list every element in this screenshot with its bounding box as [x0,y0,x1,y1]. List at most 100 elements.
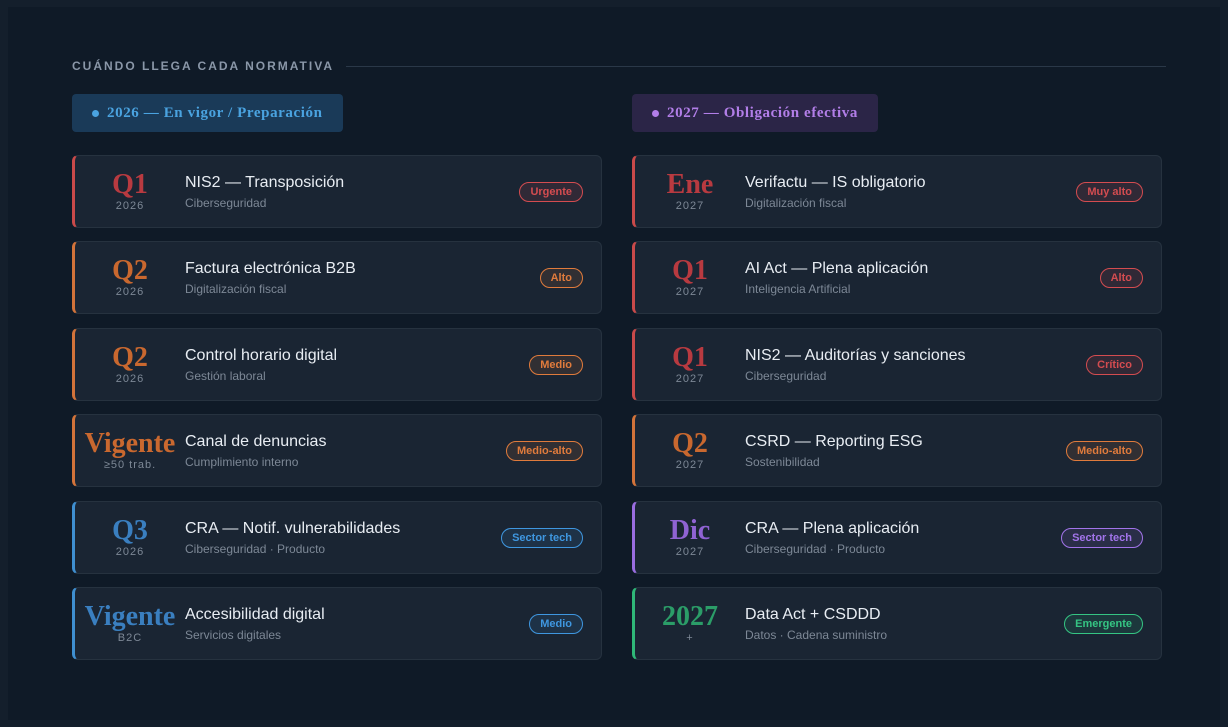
regulation-category: Ciberseguridad · Producto [745,541,886,556]
impact-badge: Alto [539,268,583,289]
impact-badge: Sector tech [501,527,583,548]
deadline-detail: B2C [117,631,143,644]
column-header-label: 2027 — Obligación efectiva [667,104,858,121]
deadline-block: Vigente B2C [75,588,185,659]
section-divider [345,65,1166,67]
regulation-info: Accesibilidad digital Servicios digitale… [185,605,325,642]
regulation-category: Ciberseguridad · Producto [185,541,326,556]
deadline-period: Vigente [84,428,176,460]
regulation-title: CRA — Plena aplicación [745,519,920,537]
regulation-info: NIS2 — Transposición Ciberseguridad [185,173,344,210]
regulation-title: Factura electrónica B2B [185,260,356,278]
regulation-category: Datos · Cadena suministro [745,627,888,642]
deadline-detail: 2026 [115,545,145,558]
regulation-card[interactable]: Q1 2026 NIS2 — Transposición Ciberseguri… [72,155,602,228]
deadline-period: Q1 [672,255,708,287]
deadline-block: Q1 2027 [635,242,745,313]
regulation-category: Ciberseguridad [185,196,267,210]
column-header-2026: 2026 — En vigor / Preparación [72,94,343,132]
deadline-block: Dic 2027 [635,502,745,573]
regulation-info: Control horario digital Gestión laboral [185,346,337,383]
deadline-detail: 2026 [115,372,145,385]
impact-badge: Muy alto [1076,182,1143,202]
regulation-card[interactable]: Q2 2026 Control horario digital Gestión … [72,327,602,401]
column-2027: 2027 — Obligación efectiva Ene 2027 Veri… [632,94,1164,673]
impact-badge: Medio [529,613,583,634]
dot-icon [92,109,99,117]
regulation-title: Data Act + CSDDD [745,605,881,623]
regulation-info: CRA — Notif. vulnerabilidades Cibersegur… [185,519,400,556]
impact-badge: Emergente [1064,613,1143,634]
regulation-card[interactable]: 2027 + Data Act + CSDDD Datos · Cadena s… [632,586,1162,660]
deadline-period: Q1 [672,341,708,373]
regulation-card[interactable]: Q3 2026 CRA — Notif. vulnerabilidades Ci… [72,500,602,574]
deadline-block: 2027 + [635,588,745,659]
regulation-category: Inteligencia Artificial [745,282,851,297]
regulation-title: NIS2 — Auditorías y sanciones [745,346,966,364]
deadline-detail: + [686,631,694,644]
deadline-block: Ene 2027 [635,156,745,227]
regulation-category: Gestión laboral [185,368,266,383]
regulation-card[interactable]: Q1 2027 AI Act — Plena aplicación Inteli… [632,241,1162,315]
deadline-period: Q2 [112,255,148,287]
regulation-info: CRA — Plena aplicación Ciberseguridad · … [745,519,919,556]
deadline-block: Q2 2027 [635,415,745,486]
regulation-category: Servicios digitales [185,627,282,642]
regulation-category: Ciberseguridad [745,368,827,383]
deadline-block: Q1 2026 [75,156,185,227]
column-header-2027: 2027 — Obligación efectiva [632,94,878,132]
deadline-detail: 2027 [675,200,705,212]
dot-icon [652,109,659,117]
regulation-info: NIS2 — Auditorías y sanciones Cibersegur… [745,346,966,383]
regulation-title: NIS2 — Transposición [185,174,345,191]
deadline-block: Q2 2026 [75,242,185,313]
deadline-detail: 2027 [675,459,705,472]
column-header-label: 2026 — En vigor / Preparación [107,104,323,121]
deadline-period: 2027 [662,600,718,632]
regulation-title: Accesibilidad digital [185,605,325,623]
deadline-detail: 2026 [115,200,145,212]
regulation-card[interactable]: Vigente ≥50 trab. Canal de denuncias Cum… [72,414,602,488]
regulation-card[interactable]: Q2 2027 CSRD — Reporting ESG Sostenibili… [632,414,1162,488]
deadline-period: Q3 [112,514,148,546]
deadline-period: Q2 [112,341,148,373]
impact-badge: Urgente [519,182,583,202]
deadline-block: Q1 2027 [635,329,745,400]
regulation-info: Canal de denuncias Cumplimiento interno [185,432,326,469]
regulation-category: Digitalización fiscal [185,282,287,297]
regulation-card[interactable]: Q1 2027 NIS2 — Auditorías y sanciones Ci… [632,327,1162,401]
impact-badge: Alto [1099,268,1143,289]
regulation-title: Canal de denuncias [185,433,327,451]
deadline-detail: 2027 [675,372,705,385]
regulation-category: Digitalización fiscal [745,196,847,210]
section-title: CUÁNDO LLEGA CADA NORMATIVA [72,59,334,73]
impact-badge: Sector tech [1061,527,1143,548]
impact-badge: Crítico [1086,354,1143,375]
regulation-title: Verifactu — IS obligatorio [745,174,926,191]
deadline-period: Q2 [672,428,708,460]
regulation-info: CSRD — Reporting ESG Sostenibilidad [745,432,923,469]
deadline-period: Dic [669,514,711,546]
regulation-category: Sostenibilidad [745,455,820,470]
regulation-card[interactable]: Ene 2027 Verifactu — IS obligatorio Digi… [632,155,1162,228]
deadline-period: Ene [666,169,714,200]
regulation-title: CRA — Notif. vulnerabilidades [185,519,401,537]
deadline-block: Q3 2026 [75,502,185,573]
deadline-block: Q2 2026 [75,329,185,400]
regulation-info: Factura electrónica B2B Digitalización f… [185,259,356,296]
regulation-info: AI Act — Plena aplicación Inteligencia A… [745,259,928,296]
deadline-detail: 2027 [675,286,705,299]
regulation-card[interactable]: Vigente B2C Accesibilidad digital Servic… [72,586,602,660]
regulation-card[interactable]: Dic 2027 CRA — Plena aplicación Ciberseg… [632,500,1162,574]
regulation-card[interactable]: Q2 2026 Factura electrónica B2B Digitali… [72,241,602,315]
regulation-title: Control horario digital [185,346,338,364]
column-2026: 2026 — En vigor / Preparación Q1 2026 NI… [72,94,604,673]
deadline-period: Vigente [84,600,176,632]
impact-badge: Medio-alto [506,441,583,462]
deadline-detail: 2026 [115,286,145,299]
deadline-detail: 2027 [675,545,705,558]
deadline-detail: ≥50 trab. [103,459,157,472]
impact-badge: Medio [529,354,583,375]
regulation-title: CSRD — Reporting ESG [745,433,923,451]
regulation-title: AI Act — Plena aplicación [745,260,929,278]
